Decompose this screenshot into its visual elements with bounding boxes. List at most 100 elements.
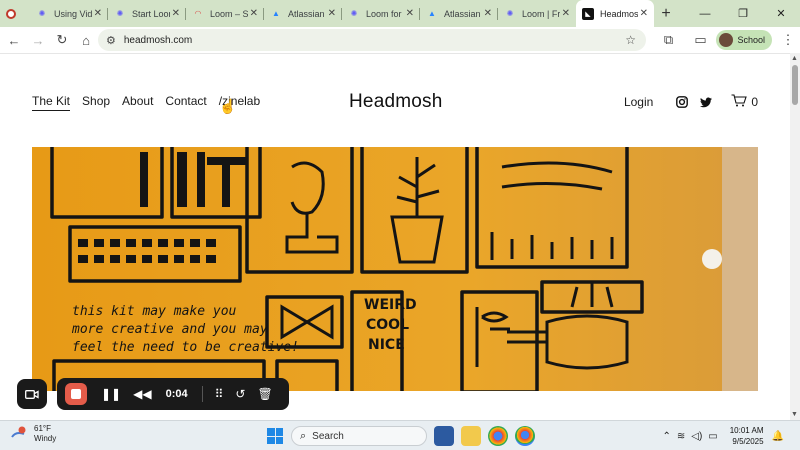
nav-shop[interactable]: Shop [82, 94, 110, 111]
hero-line-3: feel the need to be creative! [72, 340, 299, 355]
close-icon[interactable]: ✕ [562, 8, 570, 19]
nav-the-kit[interactable]: The Kit [32, 94, 71, 111]
rewind-icon[interactable]: ◀◀ [133, 387, 151, 401]
instagram-icon[interactable] [675, 95, 689, 109]
close-icon[interactable]: ✕ [328, 8, 336, 19]
pause-icon[interactable]: ❚❚ [101, 387, 121, 401]
close-icon[interactable]: ✕ [172, 8, 180, 19]
close-icon[interactable]: ✕ [484, 8, 492, 19]
scrollbar-thumb[interactable] [792, 65, 798, 105]
tab-title: Loom | Fre [522, 8, 560, 19]
battery-icon[interactable]: ▭ [708, 431, 717, 442]
loom-icon: ✺ [116, 9, 124, 18]
cart-icon [731, 94, 748, 110]
tab-start-loom[interactable]: ✺ Start Loom ✕ [108, 0, 186, 27]
headmosh-icon: ◣ [582, 7, 594, 20]
reload-icon[interactable]: ↻ [50, 28, 74, 52]
menu-icon[interactable]: ⋮ [776, 28, 800, 52]
grid-icon[interactable]: ⠿ [215, 387, 224, 401]
hero-line-2: more creative and you may [71, 322, 268, 337]
cast-icon[interactable]: ▭ [688, 28, 712, 52]
browser-toolbar: ← → ↻ ⌂ ⚙ headmosh.com ☆ ⧉ ▭ School ⋮ [0, 27, 800, 53]
nav-contact[interactable]: Contact [165, 94, 206, 111]
tab-title: Atlassian [444, 8, 481, 19]
tab-atlassian-2[interactable]: ▲ Atlassian ✕ [420, 0, 498, 27]
scroll-down-icon[interactable]: ▼ [791, 411, 798, 418]
temperature: 61°F [34, 424, 51, 433]
tab-atlassian-1[interactable]: ▲ Atlassian ✕ [264, 0, 342, 27]
weather-widget[interactable]: 61°F Windy [10, 424, 56, 444]
tab-using-vidi[interactable]: ✺ Using Vidi ✕ [30, 0, 108, 27]
atlassian-icon: ▲ [428, 9, 436, 18]
restore-icon[interactable]: ❐ [724, 0, 762, 27]
hero-image: this kit may make you more creative and … [32, 147, 758, 391]
wifi-icon[interactable]: ≋ [677, 431, 685, 442]
forward-icon[interactable]: → [26, 28, 50, 52]
profile-label: School [737, 35, 765, 45]
stop-recording-button[interactable] [65, 383, 87, 405]
profile-button[interactable]: School [716, 30, 772, 50]
chrome-app-icon[interactable] [488, 426, 508, 446]
notification-bell-icon[interactable]: 🔔 [772, 431, 784, 442]
windows-start-icon[interactable] [267, 428, 283, 444]
store-app-icon[interactable] [434, 426, 454, 446]
trash-icon[interactable]: 🗑 [257, 387, 272, 401]
clock-date: 9/5/2025 [732, 437, 764, 446]
address-bar[interactable]: ⚙ headmosh.com ☆ [98, 29, 646, 51]
tab-recording[interactable] [0, 0, 30, 27]
clock[interactable]: 10:01 AM 9/5/2025 [730, 425, 764, 447]
camera-icon [25, 389, 39, 399]
hero-line-1: this kit may make you [72, 304, 237, 319]
site-logo[interactable]: Headmosh [349, 91, 442, 113]
nav-about[interactable]: About [122, 94, 153, 111]
tab-loom-screen[interactable]: ◠ Loom – Sc ✕ [186, 0, 264, 27]
tab-title: Start Loom [132, 8, 170, 19]
file-explorer-icon[interactable] [461, 426, 481, 446]
volume-icon[interactable]: ◁) [691, 431, 702, 442]
close-window-icon[interactable]: ✕ [762, 0, 800, 27]
tab-headmosh[interactable]: ◣ Headmosh ✕ [576, 0, 654, 27]
page-scrollbar[interactable]: ▲ ▼ [790, 53, 800, 420]
window-controls: — ❐ ✕ [686, 0, 800, 27]
scroll-up-icon[interactable]: ▲ [791, 55, 798, 62]
close-icon[interactable]: ✕ [640, 8, 648, 19]
chrome-profile-app-icon[interactable] [515, 426, 535, 446]
hero-word-nice: NICE [368, 337, 405, 353]
tab-title: Atlassian [288, 8, 325, 19]
tab-loom-free[interactable]: ✺ Loom | Fre ✕ [498, 0, 576, 27]
close-icon[interactable]: ✕ [406, 8, 414, 19]
back-icon[interactable]: ← [2, 28, 26, 52]
new-tab-button[interactable]: + [654, 0, 678, 27]
close-icon[interactable]: ✕ [250, 8, 258, 19]
minimize-icon[interactable]: — [686, 0, 724, 27]
tab-loom-for[interactable]: ✺ Loom for ✕ [342, 0, 420, 27]
site-settings-icon[interactable]: ⚙ [106, 34, 116, 47]
login-link[interactable]: Login [624, 95, 653, 109]
avatar [719, 33, 734, 47]
header-actions: Login 0 [624, 94, 758, 110]
loom-icon: ✺ [506, 9, 514, 18]
camera-toggle[interactable] [17, 379, 47, 409]
recording-icon [6, 8, 16, 19]
loom-icon: ✺ [350, 9, 358, 18]
hero-word-cool: COOL [366, 317, 409, 333]
recorder-controls: ❚❚ ◀◀ 0:04 ⠿ ↺ 🗑 [17, 378, 289, 410]
twitter-icon[interactable] [699, 95, 713, 109]
recorder-panel: ❚❚ ◀◀ 0:04 ⠿ ↺ 🗑 [57, 378, 289, 410]
taskbar-search[interactable]: ⌕ Search [291, 426, 427, 446]
close-icon[interactable]: ✕ [94, 8, 102, 19]
url-text: headmosh.com [123, 34, 193, 46]
bookmark-star-icon[interactable]: ☆ [625, 33, 636, 47]
restart-icon[interactable]: ↺ [235, 387, 245, 401]
chevron-up-icon[interactable]: ⌃ [662, 431, 670, 442]
clock-time: 10:01 AM [729, 426, 764, 435]
extensions-icon[interactable]: ⧉ [656, 28, 680, 52]
weather-icon [10, 425, 28, 443]
tab-title: Loom – Sc [210, 8, 248, 19]
cart-button[interactable]: 0 [731, 94, 758, 110]
search-placeholder: Search [312, 430, 344, 442]
system-tray: ⌃ ≋ ◁) ▭ 10:01 AM 9/5/2025 🔔 [662, 425, 784, 447]
weather-condition: Windy [34, 434, 57, 443]
home-icon[interactable]: ⌂ [74, 28, 98, 52]
page-content: The Kit Shop About Contact /zinelab ☝ He… [0, 53, 790, 420]
